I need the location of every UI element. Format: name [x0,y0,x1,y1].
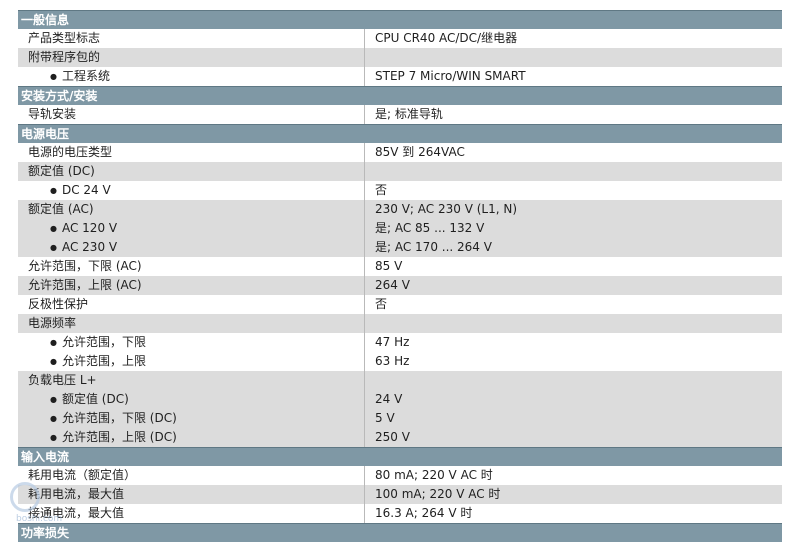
spec-label: AC 120 V [18,219,364,238]
spec-label: 产品类型标志 [18,29,364,48]
spec-row: 耗用电流（额定值） 80 mA; 220 V AC 时 [18,466,782,485]
section-header: 输入电流 [18,447,782,466]
spec-row: 允许范围，下限 (AC) 85 V [18,257,782,276]
spec-label: 负载电压 L+ [18,371,364,390]
spec-label: DC 24 V [18,181,364,200]
spec-row: 额定值 (DC) [18,162,782,181]
spec-label: 允许范围，下限 [18,333,364,352]
section-header: 电源电压 [18,124,782,143]
spec-label: AC 230 V [18,238,364,257]
spec-label: 额定值 (DC) [18,390,364,409]
spec-value: CPU CR40 AC/DC/继电器 [364,29,782,48]
section-header: 功率损失 [18,523,782,542]
spec-row: 附带程序包的 [18,48,782,67]
spec-row: 反极性保护否 [18,295,782,314]
spec-row: AC 230 V是; AC 170 ... 264 V [18,238,782,257]
spec-value [364,162,782,181]
spec-label: 耗用电流，最大值 [18,485,364,504]
spec-label: 允许范围，下限 (AC) [18,257,364,276]
spec-value: 16.3 A; 264 V 时 [364,504,782,523]
spec-value [364,48,782,67]
section-header: 安装方式/安装 [18,86,782,105]
spec-value: 24 V [364,390,782,409]
spec-row: 额定值 (DC)24 V [18,390,782,409]
spec-value: 5 V [364,409,782,428]
section-header: 一般信息 [18,10,782,29]
spec-row: 产品类型标志 CPU CR40 AC/DC/继电器 [18,29,782,48]
spec-value: STEP 7 Micro/WIN SMART [364,67,782,86]
spec-label: 工程系统 [18,67,364,86]
spec-row: 负载电压 L+ [18,371,782,390]
spec-row: 允许范围，上限 (DC)250 V [18,428,782,447]
spec-value: 否 [364,295,782,314]
spec-label: 附带程序包的 [18,48,364,67]
spec-value: 47 Hz [364,333,782,352]
spec-value [364,314,782,333]
spec-label: 允许范围，下限 (DC) [18,409,364,428]
spec-row: 额定值 (AC) 230 V; AC 230 V (L1, N) [18,200,782,219]
spec-row: 允许范围，上限 (AC) 264 V [18,276,782,295]
spec-row: 电源频率 [18,314,782,333]
spec-row: 允许范围，下限47 Hz [18,333,782,352]
spec-label: 接通电流，最大值 [18,504,364,523]
spec-row: 允许范围，下限 (DC)5 V [18,409,782,428]
spec-value: 230 V; AC 230 V (L1, N) [364,200,782,219]
spec-value: 63 Hz [364,352,782,371]
spec-label: 反极性保护 [18,295,364,314]
spec-value: 100 mA; 220 V AC 时 [364,485,782,504]
spec-label: 额定值 (AC) [18,200,364,219]
spec-value: 是; 标准导轨 [364,105,782,124]
spec-sheet: 一般信息产品类型标志CPU CR40 AC/DC/继电器附带程序包的工程系统ST… [18,10,782,542]
spec-row: 电源的电压类型 85V 到 264VAC [18,143,782,162]
spec-value: 85V 到 264VAC [364,143,782,162]
spec-label: 导轨安装 [18,105,364,124]
spec-value: 是; AC 170 ... 264 V [364,238,782,257]
spec-row: DC 24 V否 [18,181,782,200]
spec-label: 额定值 (DC) [18,162,364,181]
spec-row: AC 120 V是; AC 85 ... 132 V [18,219,782,238]
spec-row: 工程系统STEP 7 Micro/WIN SMART [18,67,782,86]
spec-label: 允许范围，上限 (AC) [18,276,364,295]
spec-label: 允许范围，上限 (DC) [18,428,364,447]
spec-value: 否 [364,181,782,200]
spec-value: 85 V [364,257,782,276]
spec-value: 264 V [364,276,782,295]
spec-row: 接通电流，最大值 16.3 A; 264 V 时 [18,504,782,523]
spec-row: 导轨安装 是; 标准导轨 [18,105,782,124]
spec-row: 允许范围，上限63 Hz [18,352,782,371]
spec-value: 80 mA; 220 V AC 时 [364,466,782,485]
spec-label: 电源的电压类型 [18,143,364,162]
spec-value: 是; AC 85 ... 132 V [364,219,782,238]
spec-row: 耗用电流，最大值 100 mA; 220 V AC 时 [18,485,782,504]
spec-value [364,371,782,390]
spec-label: 电源频率 [18,314,364,333]
spec-label: 允许范围，上限 [18,352,364,371]
spec-label: 耗用电流（额定值） [18,466,364,485]
spec-value: 250 V [364,428,782,447]
